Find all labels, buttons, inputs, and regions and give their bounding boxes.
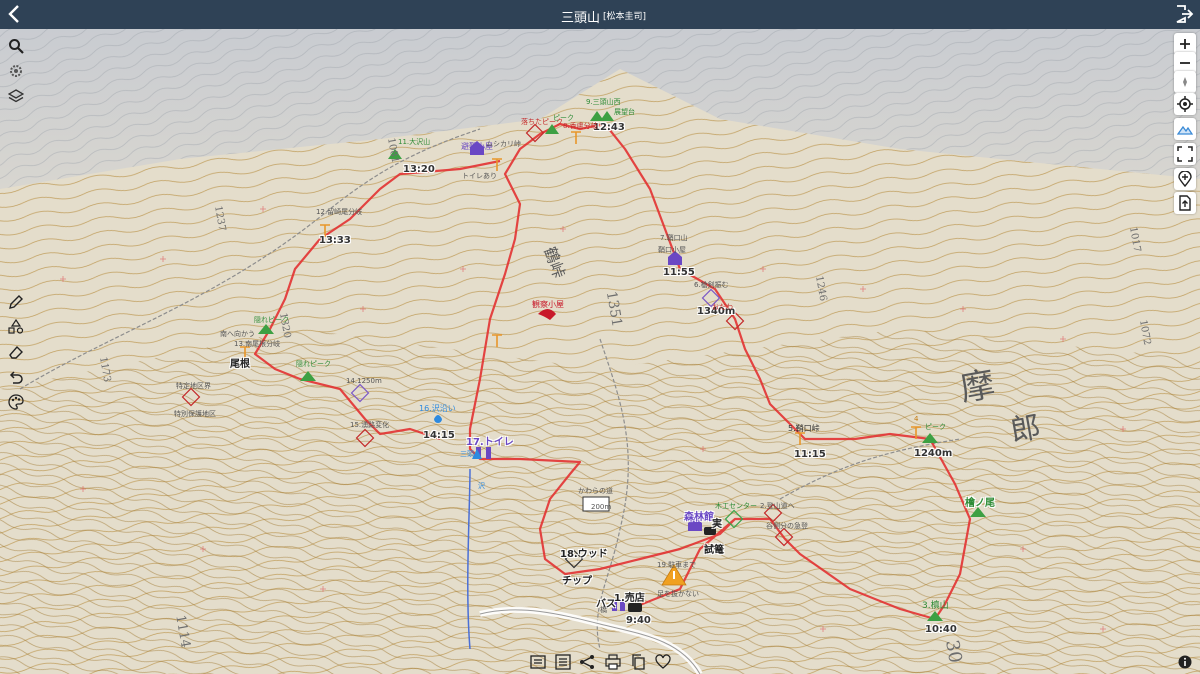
info-icon[interactable] xyxy=(1177,654,1193,670)
poi-kansatsu: 観察小屋 xyxy=(532,300,564,309)
poi-minami: 南へ向かう xyxy=(220,330,255,338)
add-pin-icon[interactable] xyxy=(1174,168,1196,190)
export-icon[interactable] xyxy=(1174,192,1196,214)
map-author: [松本圭司] xyxy=(603,12,647,22)
route-label-7: 7.鞘口山 xyxy=(660,234,688,242)
comment-icon[interactable] xyxy=(528,652,548,672)
route-label-18: 18.ウッド xyxy=(560,549,608,560)
fullscreen-icon[interactable] xyxy=(1174,143,1196,165)
route-label-1: 1.売店 xyxy=(614,593,645,604)
poi-misc: 試篭 xyxy=(704,545,724,556)
poi-tokubetsu: 特定地区界 xyxy=(176,382,211,390)
compass-icon[interactable] xyxy=(1174,71,1196,93)
route-time-18: チップ xyxy=(562,576,592,587)
route-label-14: 14.1250m xyxy=(346,377,382,385)
heart-icon[interactable] xyxy=(653,652,673,672)
top-bar: 三頭山 [松本圭司] xyxy=(0,0,1200,29)
poi-r200: 200m xyxy=(591,503,612,511)
back-arrow-icon[interactable] xyxy=(4,3,26,25)
poi-daidai: 谷側分の急登 xyxy=(766,522,808,530)
poi-hinan-note: トイレあり xyxy=(462,172,497,180)
terrain-icon[interactable] xyxy=(1174,118,1196,140)
poi-hutei: ピーク xyxy=(925,423,946,431)
eraser-icon[interactable] xyxy=(5,341,27,363)
poi-kakure1: 隠れピーク xyxy=(254,316,289,324)
map-title: 三頭山 xyxy=(561,11,601,26)
list-icon[interactable] xyxy=(553,652,573,672)
poi-one: 尾根 xyxy=(230,359,250,370)
gear-icon[interactable] xyxy=(5,60,27,82)
poi-sandai: 三頭 xyxy=(460,450,474,458)
undo-icon[interactable] xyxy=(5,366,27,388)
route-label-3: 3.槙山 xyxy=(922,601,949,611)
route-label-5: 5.鞘口峠 xyxy=(788,424,820,433)
route-time-7: 11:55 xyxy=(663,267,695,278)
route-label-4: 4 xyxy=(914,415,919,423)
route-time-16: 14:15 xyxy=(423,430,455,441)
route-label-6: 6.槍剣振む xyxy=(694,281,729,289)
poi-ryu: ピーク xyxy=(553,114,574,122)
poi-tokubetsu2: 特別保護地区 xyxy=(174,410,216,418)
route-label-17: 17.トイレ xyxy=(466,437,514,448)
route-label-19: 19.駐車まで xyxy=(657,561,697,569)
locate-icon[interactable] xyxy=(1174,93,1196,115)
route-label-13: 13.南尾根分岐 xyxy=(234,340,281,348)
route-label-12: 12.留崎尾分岐 xyxy=(316,208,363,216)
route-time-11: 13:20 xyxy=(403,164,435,175)
print-icon[interactable] xyxy=(603,652,623,672)
poi-kamei: 檜ノ尾 xyxy=(965,498,995,509)
share-icon[interactable] xyxy=(577,652,597,672)
copy-icon[interactable] xyxy=(628,652,648,672)
poi-mushi: ムシカリ峠 xyxy=(486,140,521,148)
poi-mi: 実 xyxy=(712,519,722,530)
route-label-2: 2.登山道へ xyxy=(760,502,795,510)
route-time-1: 9:40 xyxy=(626,615,651,626)
exit-icon[interactable] xyxy=(1174,4,1194,24)
elevation-30: 30 xyxy=(941,638,966,665)
poi-toguchi: おだわ xyxy=(712,303,733,311)
map-view[interactable]: 1237 1081 1320 1173 1351 1246 1017 1072 … xyxy=(0,29,1200,674)
poi-ipo: かわらの道 xyxy=(578,487,613,495)
route-label-11: 11.大沢山 xyxy=(398,138,431,146)
poi-kizuke: 足を抜かない xyxy=(657,590,699,598)
palette-icon[interactable] xyxy=(5,391,27,413)
poi-kakure2: 隠れピーク xyxy=(296,360,331,368)
pencil-icon[interactable] xyxy=(5,291,27,313)
poi-kamisama: 鞘口小屋 xyxy=(658,246,686,254)
route-label-15: 15.湧路変化 xyxy=(350,421,390,429)
search-icon[interactable] xyxy=(5,35,27,57)
poi-yama: 展望台 xyxy=(614,108,635,116)
shapes-icon[interactable] xyxy=(5,316,27,338)
route-label-16: 16.沢沿い xyxy=(419,404,456,413)
route-time-4: 1240m xyxy=(914,448,953,459)
poi-mokko: 木工センター xyxy=(715,502,757,510)
poi-shinrinkan: 森林館 xyxy=(684,512,714,523)
poi-sawa: 沢 xyxy=(478,482,485,490)
route-time-12: 13:33 xyxy=(319,235,351,246)
route-time-3: 10:40 xyxy=(925,624,957,635)
route-label-9: 9.三頭山西 xyxy=(586,98,621,106)
route-time-5: 11:15 xyxy=(794,449,826,460)
layers-icon[interactable] xyxy=(5,85,27,107)
poi-hashi: 橋 xyxy=(600,606,607,614)
